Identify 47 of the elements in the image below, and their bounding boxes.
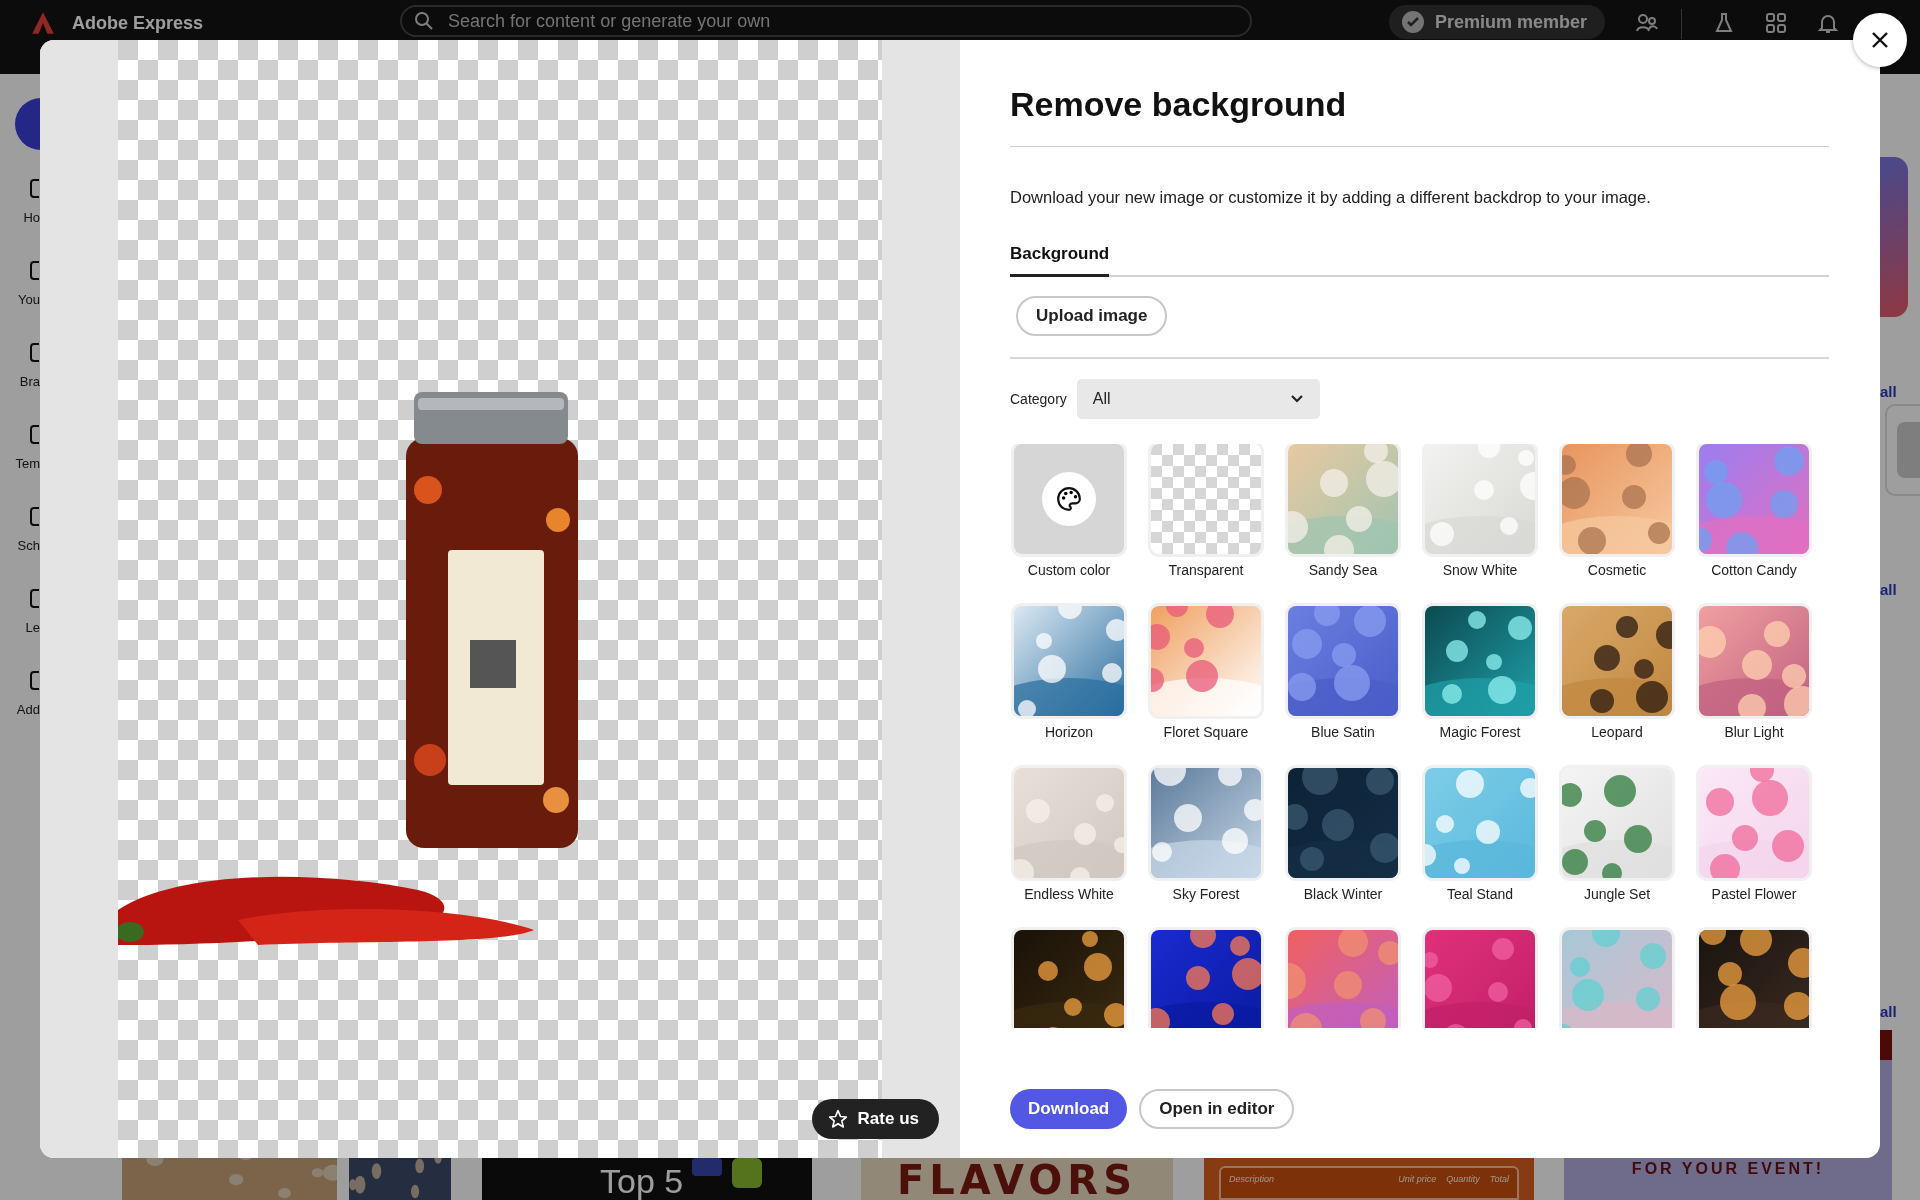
dialog-title: Remove background xyxy=(1010,84,1348,125)
nav-label[interactable]: You xyxy=(18,292,40,307)
column-heading: Description xyxy=(1229,1174,1275,1184)
backdrop-option[interactable]: Blue Satin xyxy=(1288,606,1398,741)
backdrop-option[interactable]: Horizon xyxy=(1014,606,1124,741)
card-title: Top 5 xyxy=(600,1164,684,1198)
nav-label[interactable]: Ho xyxy=(23,210,40,225)
backdrop-option[interactable]: Blur Light xyxy=(1699,606,1809,741)
backdrop-option[interactable]: Transparent xyxy=(1151,444,1261,579)
dialog-description: Download your new image or customize it by adding a different backdrop to your image. xyxy=(1010,187,1652,207)
backdrop-option[interactable]: Jungle Set xyxy=(1562,768,1672,903)
backdrop-option[interactable]: Teal Stand xyxy=(1425,768,1535,903)
backdrop-option[interactable]: Sky Forest xyxy=(1151,768,1261,903)
backdrop-option[interactable]: Snow White xyxy=(1425,444,1535,579)
tab[interactable]: Background xyxy=(1010,234,1110,277)
nav-label[interactable]: Sch xyxy=(17,538,40,553)
nav-label[interactable]: Add xyxy=(16,702,40,717)
column-heading: Total xyxy=(1489,1174,1509,1184)
backdrop-option[interactable]: Leopard xyxy=(1562,606,1672,741)
backdrop-option[interactable]: Pastel Flower xyxy=(1699,768,1809,903)
see-all-link[interactable]: all xyxy=(1880,383,1920,400)
app-name: Adobe Express xyxy=(72,13,204,34)
nav-label[interactable]: Bra xyxy=(19,374,40,389)
see-all-link[interactable]: all xyxy=(1880,1003,1920,1020)
premium-label: Premium member xyxy=(1435,11,1588,33)
open-editor-button[interactable]: Open in editor xyxy=(1139,1089,1295,1129)
category-dropdown[interactable]: All xyxy=(1076,379,1320,419)
rate-button[interactable]: Rate us xyxy=(811,1099,939,1139)
backdrop-option[interactable]: Magic Forest xyxy=(1425,606,1535,741)
column-heading: Unit price xyxy=(1398,1174,1437,1184)
backdrop-option[interactable]: Cosmetic xyxy=(1562,444,1672,579)
nav-label[interactable]: Le xyxy=(25,620,40,635)
upload-button[interactable]: Upload image xyxy=(1016,296,1168,336)
see-all-link[interactable]: all xyxy=(1880,581,1920,598)
backdrop-option[interactable]: Sandy Sea xyxy=(1288,444,1398,579)
category-label: Category xyxy=(1010,391,1067,407)
nav-label[interactable]: Tem xyxy=(15,456,40,471)
backdrop-option[interactable]: Cotton Candy xyxy=(1699,444,1809,579)
backdrop-option[interactable]: Floret Square xyxy=(1151,606,1261,741)
card-title: FOR YOUR EVENT! xyxy=(1631,1160,1825,1178)
card-title: FLAVORS xyxy=(897,1160,1137,1200)
backdrop-option[interactable]: Black Winter xyxy=(1288,768,1398,903)
search-field[interactable]: Search for content or generate your own xyxy=(400,5,1253,37)
download-button[interactable]: Download xyxy=(1010,1089,1128,1129)
premium-badge[interactable]: Premium member xyxy=(1389,5,1606,39)
backdrop-option[interactable]: Endless White xyxy=(1014,768,1124,903)
column-heading: Quantity xyxy=(1446,1174,1480,1184)
